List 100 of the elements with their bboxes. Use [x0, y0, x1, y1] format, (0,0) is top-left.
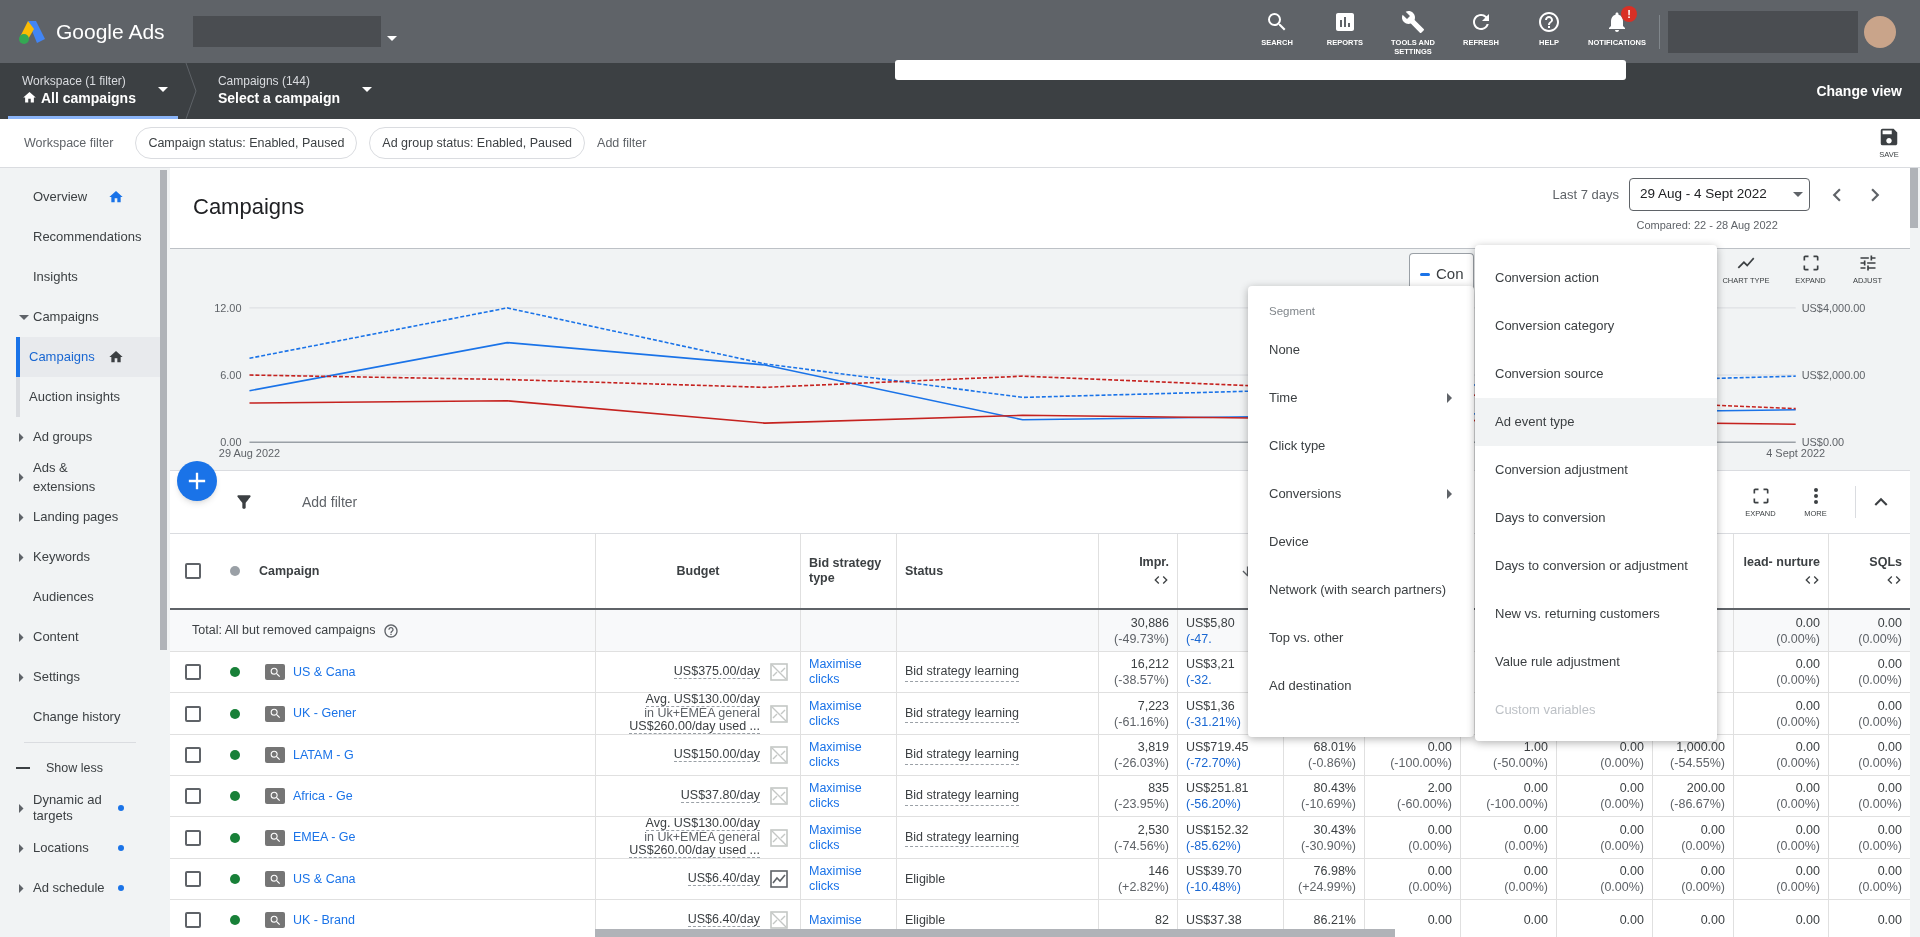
checkbox[interactable]: [184, 664, 201, 680]
menu-item[interactable]: Time: [1248, 374, 1474, 422]
legend-swatch: [1420, 272, 1430, 276]
sidebar-item[interactable]: Recommendations: [0, 217, 160, 257]
column-header[interactable]: Bid strategy type: [809, 556, 888, 586]
checkbox[interactable]: [184, 563, 201, 579]
budget-text: US$37.80/day: [680, 789, 760, 803]
sidebar-item[interactable]: Ads & extensions: [0, 457, 160, 497]
bid-strategy-link[interactable]: Maximise clicks: [809, 740, 888, 770]
add-filter-link[interactable]: Add filter: [597, 133, 647, 153]
sidebar-item[interactable]: Campaigns: [0, 297, 160, 337]
sidebar-item[interactable]: Change history: [0, 697, 160, 737]
campaign-link[interactable]: LATAM - G: [293, 745, 354, 765]
checkbox[interactable]: [184, 912, 201, 928]
breadcrumb-tab[interactable]: Campaigns (144) Select a campaign: [203, 63, 383, 119]
menu-item[interactable]: Network (with search partners): [1248, 566, 1474, 614]
checkbox[interactable]: [184, 747, 201, 763]
metric-value: 2,530: [1137, 821, 1169, 838]
campaign-link[interactable]: US & Cana: [293, 662, 356, 682]
sidebar-item[interactable]: Content: [0, 617, 160, 657]
metric-change: (-47.: [1186, 630, 1212, 647]
checkbox[interactable]: [184, 705, 201, 722]
status-text: Bid strategy learning: [905, 827, 1019, 848]
sidebar-item[interactable]: Ad schedule: [0, 868, 160, 908]
menu-item[interactable]: Conversion adjustment: [1475, 446, 1717, 494]
column-header[interactable]: lead- nurture: [1743, 554, 1820, 570]
scrollbar[interactable]: [160, 170, 167, 650]
sidebar-item[interactable]: Keywords: [0, 537, 160, 577]
menu-item[interactable]: None: [1248, 326, 1474, 374]
bid-strategy-link[interactable]: Maximise clicks: [809, 781, 888, 811]
metric-value: US$719.45: [1186, 739, 1249, 755]
column-header[interactable]: SQLs: [1869, 554, 1902, 570]
add-filter-button[interactable]: Add filter: [302, 491, 358, 513]
bid-strategy-link[interactable]: Maximise clicks: [809, 822, 888, 853]
metric-value: 0.00: [1795, 912, 1820, 928]
sidebar-item[interactable]: Campaigns: [16, 337, 160, 377]
show-less-button[interactable]: Show less: [0, 748, 160, 788]
menu-item[interactable]: Conversion action: [1475, 254, 1717, 302]
sidebar-item[interactable]: Locations: [0, 828, 160, 868]
menu-item[interactable]: Ad destination: [1248, 662, 1474, 710]
sidebar-item[interactable]: Dynamic ad targets: [0, 788, 160, 828]
metric-value: 76.98%: [1313, 863, 1356, 879]
sidebar-item[interactable]: Audiences: [0, 577, 160, 617]
menu-item[interactable]: New vs. returning customers: [1475, 590, 1717, 638]
checkbox[interactable]: [184, 829, 201, 846]
sidebar-item[interactable]: Insights: [0, 257, 160, 297]
date-range-dropdown[interactable]: 29 Aug - 4 Sept 2022: [1629, 178, 1810, 211]
sidebar-item[interactable]: Landing pages: [0, 497, 160, 537]
column-header[interactable]: Campaign: [259, 563, 320, 579]
menu-item[interactable]: Top vs. other: [1248, 614, 1474, 662]
campaign-link[interactable]: Africa - Ge: [293, 786, 353, 806]
menu-item[interactable]: Conversions: [1248, 470, 1474, 518]
help-icon[interactable]: [383, 622, 400, 639]
campaign-link[interactable]: EMEA - Ge: [293, 828, 356, 847]
status-text: Bid strategy learning: [905, 786, 1019, 806]
metric-value: US$1,36: [1186, 697, 1235, 714]
metric-change: (0.00%): [1776, 755, 1820, 771]
change-view-button[interactable]: Change view: [1816, 63, 1902, 119]
column-header[interactable]: Impr.: [1139, 554, 1169, 570]
metric-change: (+2.82%): [1117, 879, 1169, 895]
bid-strategy-link[interactable]: Maximise: [809, 912, 862, 928]
menu-item[interactable]: Device: [1248, 518, 1474, 566]
trend-chart-icon[interactable]: [770, 870, 788, 888]
column-header[interactable]: Status: [905, 563, 944, 579]
bid-strategy-link[interactable]: Maximise clicks: [809, 698, 888, 729]
filter-label: Workspace filter: [24, 134, 114, 152]
metric-value: 0.00: [1427, 739, 1452, 755]
scrollbar[interactable]: [1910, 168, 1918, 228]
metric-change: (0.00%): [1408, 837, 1452, 854]
checkbox[interactable]: [184, 788, 201, 804]
metric-value: 0.00: [1795, 656, 1820, 672]
sidebar-item[interactable]: Overview: [0, 177, 160, 217]
menu-item[interactable]: Days to conversion: [1475, 494, 1717, 542]
budget-text: US$6.40/day: [687, 872, 760, 886]
campaign-link[interactable]: UK - Brand: [293, 910, 355, 930]
search-campaign-icon: [265, 705, 285, 722]
budget-text: US$6.40/day: [687, 913, 760, 927]
campaign-link[interactable]: UK - Gener: [293, 704, 357, 723]
bid-strategy-link[interactable]: Maximise clicks: [809, 657, 888, 687]
menu-item[interactable]: Value rule adjustment: [1475, 638, 1717, 686]
metric-value: 0.00: [1795, 863, 1820, 879]
horizontal-scrollbar[interactable]: [595, 929, 1395, 937]
menu-item[interactable]: Days to conversion or adjustment: [1475, 542, 1717, 590]
menu-item[interactable]: Click type: [1248, 422, 1474, 470]
campaign-link[interactable]: US & Cana: [293, 869, 356, 889]
column-header[interactable]: Budget: [676, 563, 720, 579]
menu-item[interactable]: Conversion source: [1475, 350, 1717, 398]
metric-value: 0.00: [1795, 821, 1820, 838]
metric-change: (-60.00%): [1397, 796, 1452, 812]
menu-item[interactable]: Ad event type: [1475, 398, 1717, 446]
dropdown-caret-icon: [1793, 192, 1803, 197]
checkbox[interactable]: [184, 871, 201, 887]
add-button[interactable]: [177, 461, 217, 501]
sidebar-item[interactable]: Ad groups: [0, 417, 160, 457]
axis-label: US$0.00: [1801, 436, 1845, 449]
metric-change: (-49.73%): [1114, 630, 1169, 647]
dropdown-caret-icon[interactable]: [386, 36, 397, 41]
bid-strategy-link[interactable]: Maximise clicks: [809, 864, 888, 894]
sidebar-item[interactable]: Settings: [0, 657, 160, 697]
menu-item[interactable]: Conversion category: [1475, 302, 1717, 350]
